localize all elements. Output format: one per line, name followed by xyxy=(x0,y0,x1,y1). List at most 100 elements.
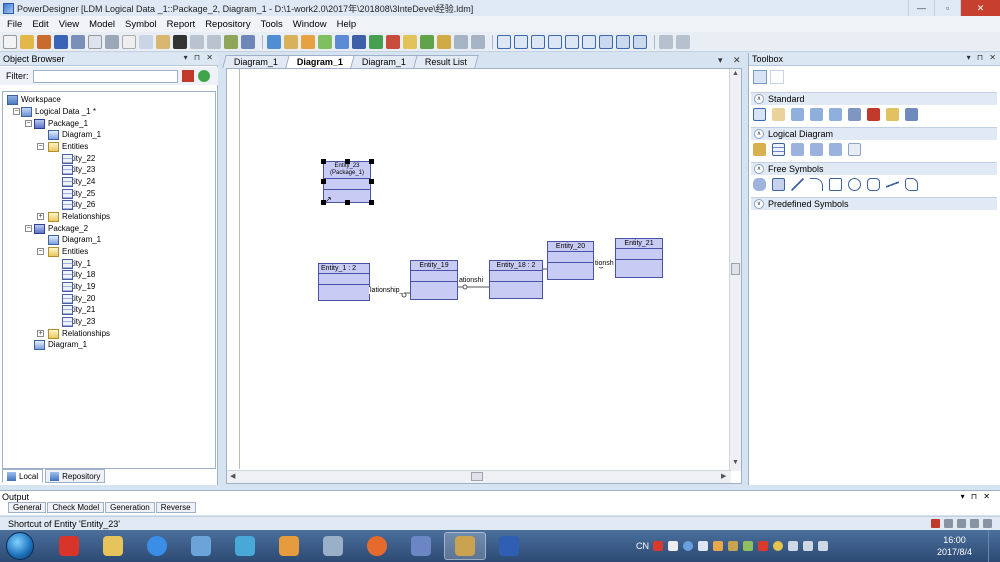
tab-repository[interactable]: Repository xyxy=(45,469,106,483)
taskbar-ie[interactable] xyxy=(136,532,178,560)
object-browser-toggle-icon[interactable] xyxy=(599,34,613,49)
tab-diagram-1-a[interactable]: Diagram_1 xyxy=(222,55,290,68)
flag-icon[interactable] xyxy=(788,541,798,551)
close-button[interactable]: ✕ xyxy=(960,0,1000,16)
rectangle-tool-icon[interactable] xyxy=(829,177,842,191)
tab-general[interactable]: General xyxy=(8,502,47,513)
expand-toggle[interactable]: − xyxy=(37,143,44,150)
tree-item-entity[interactable]: Entity_26 xyxy=(62,199,95,211)
minimize-button[interactable]: — xyxy=(908,0,934,16)
open-package-icon[interactable] xyxy=(829,107,842,121)
tree-item-relationships-folder[interactable]: Relationships xyxy=(48,328,110,340)
tree-item-entity[interactable]: Entity_24 xyxy=(62,176,95,188)
tab-diagram-1-active[interactable]: Diagram_1 xyxy=(285,55,355,68)
menu-symbol[interactable]: Symbol xyxy=(120,19,162,30)
selection-handle[interactable] xyxy=(321,159,326,164)
grabber-icon[interactable] xyxy=(772,107,785,121)
volume-icon[interactable] xyxy=(818,541,828,551)
start-button[interactable] xyxy=(6,532,34,560)
taskbar-app-6[interactable] xyxy=(268,532,310,560)
menu-help[interactable]: Help xyxy=(332,19,362,30)
align-bottom-icon[interactable] xyxy=(582,34,596,49)
align-right-icon[interactable] xyxy=(531,34,545,49)
back-icon[interactable] xyxy=(454,34,468,49)
entity-20[interactable]: Entity_20 xyxy=(547,241,594,280)
expand-toggle[interactable]: − xyxy=(25,225,32,232)
result-list-toggle-icon[interactable] xyxy=(633,34,647,49)
relationship-label-3[interactable]: tionsh xyxy=(594,260,615,267)
tree-item-entities-folder[interactable]: Entities xyxy=(48,141,88,153)
scroll-left-arrow-icon[interactable]: ◀ xyxy=(230,472,235,480)
tab-result-list[interactable]: Result List xyxy=(413,55,479,68)
format-icon[interactable] xyxy=(437,34,451,49)
tray-icon[interactable] xyxy=(653,541,663,551)
align-top-icon[interactable] xyxy=(548,34,562,49)
expand-toggle[interactable]: − xyxy=(37,248,44,255)
panel-pin-controls[interactable]: ▾ ⊓ ✕ xyxy=(184,53,215,62)
line-tool-icon[interactable] xyxy=(791,177,804,191)
menu-view[interactable]: View xyxy=(54,19,84,30)
menu-repository[interactable]: Repository xyxy=(200,19,255,30)
cut-icon[interactable] xyxy=(122,34,136,49)
package-icon[interactable] xyxy=(284,34,298,49)
new-icon[interactable] xyxy=(3,34,17,49)
selection-handle[interactable] xyxy=(369,179,374,184)
tree-item-model[interactable]: Logical Data _1 * xyxy=(21,106,96,118)
system-clock[interactable]: 16:00 2017/8/4 xyxy=(937,534,972,558)
taskbar-firefox[interactable] xyxy=(356,532,398,560)
tree-item-entity[interactable]: Entity_1 xyxy=(62,258,91,270)
tree-item-entity[interactable]: Entity_18 xyxy=(62,269,95,281)
zoom-out-icon[interactable] xyxy=(810,107,823,121)
tree-item-entity[interactable]: Entity_23 xyxy=(62,164,95,176)
taskbar-app-5[interactable] xyxy=(224,532,266,560)
align-left-icon[interactable] xyxy=(497,34,511,49)
network-icon[interactable] xyxy=(803,541,813,551)
find-icon[interactable] xyxy=(241,34,255,49)
vertical-scrollbar[interactable]: ▲ ▼ xyxy=(729,69,741,471)
many-to-many-tool-icon[interactable] xyxy=(810,142,823,156)
menu-window[interactable]: Window xyxy=(288,19,332,30)
scroll-up-arrow-icon[interactable]: ▲ xyxy=(732,70,739,77)
shield-icon[interactable] xyxy=(743,541,753,551)
check-model-icon[interactable] xyxy=(318,34,332,49)
tree-item-package[interactable]: Package_2 xyxy=(34,223,88,235)
scroll-right-arrow-icon[interactable]: ▶ xyxy=(721,472,726,480)
generate-icon[interactable] xyxy=(335,34,349,49)
panel-pin-controls[interactable]: ▾ ⊓ ✕ xyxy=(961,492,992,501)
horizontal-scrollbar[interactable]: ◀ ▶ xyxy=(227,470,731,483)
paste-icon[interactable] xyxy=(156,34,170,49)
menu-edit[interactable]: Edit xyxy=(27,19,53,30)
delete-icon[interactable] xyxy=(173,34,187,49)
zoom-in-icon[interactable] xyxy=(791,107,804,121)
taskbar-word[interactable] xyxy=(488,532,530,560)
report-icon[interactable] xyxy=(301,34,315,49)
vertical-scroll-thumb[interactable] xyxy=(731,263,740,275)
relationship-label-2[interactable]: ationshi xyxy=(458,277,485,284)
expand-toggle[interactable]: − xyxy=(13,108,20,115)
expand-toggle[interactable]: + xyxy=(37,213,44,220)
toolbox-group-logical-diagram[interactable]: ∧ Logical Diagram xyxy=(751,127,997,140)
tree-item-entity-shortcut[interactable]: Entity_23 xyxy=(62,316,95,328)
arc-tool-icon[interactable] xyxy=(810,177,823,191)
forward-icon[interactable] xyxy=(471,34,485,49)
save-icon[interactable] xyxy=(54,34,68,49)
inheritance-tool-icon[interactable] xyxy=(829,142,842,156)
save-all-icon[interactable] xyxy=(71,34,85,49)
tray-icon[interactable] xyxy=(713,541,723,551)
taskbar-explorer[interactable] xyxy=(92,532,134,560)
tree-item-entity[interactable]: Entity_21 xyxy=(62,304,95,316)
import-icon[interactable] xyxy=(659,34,673,49)
list-view-icon[interactable] xyxy=(770,70,784,84)
entity-19[interactable]: Entity_19 xyxy=(410,260,458,300)
expand-toggle[interactable]: − xyxy=(25,120,32,127)
grid-icon[interactable] xyxy=(369,34,383,49)
tree-item-entities-folder[interactable]: Entities xyxy=(48,246,88,258)
rounded-rectangle-tool-icon[interactable] xyxy=(867,177,880,191)
tray-icon[interactable] xyxy=(698,541,708,551)
tab-local[interactable]: Local xyxy=(2,469,44,483)
link-icon[interactable] xyxy=(905,107,918,121)
align-center-icon[interactable] xyxy=(514,34,528,49)
tree-item-diagram[interactable]: Diagram_1 xyxy=(48,129,101,141)
pencil-icon[interactable] xyxy=(386,34,400,49)
reverse-icon[interactable] xyxy=(352,34,366,49)
